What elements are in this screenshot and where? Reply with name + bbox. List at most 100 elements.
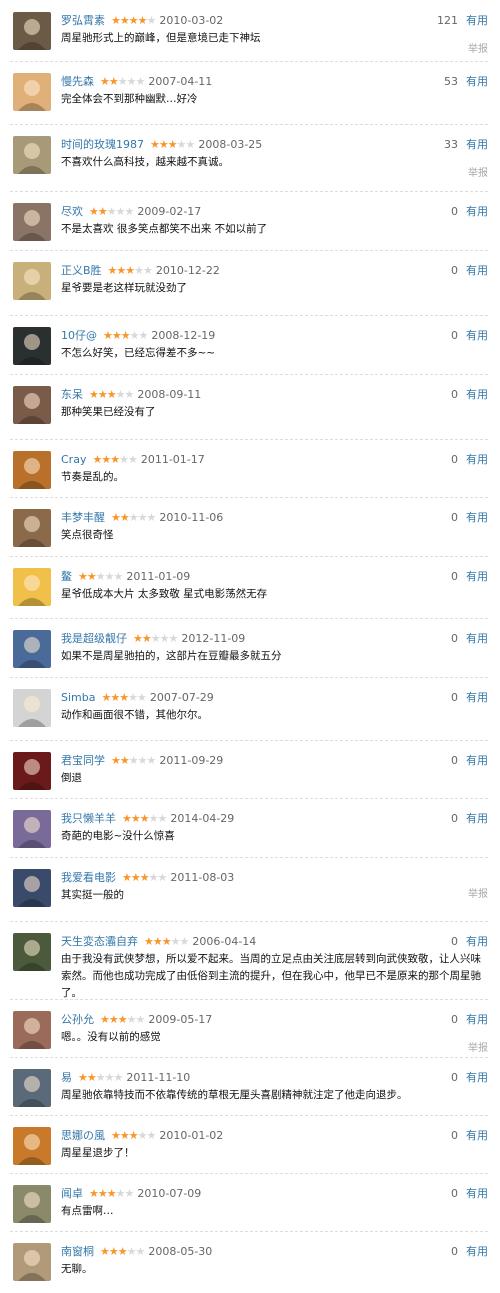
avatar[interactable] xyxy=(13,1069,51,1107)
useful-button[interactable]: 有用 xyxy=(466,264,488,277)
user-name-link[interactable]: 易 xyxy=(61,1071,72,1084)
star-filled-icon: ★ xyxy=(103,329,113,342)
avatar[interactable] xyxy=(13,568,51,606)
useful-button[interactable]: 有用 xyxy=(466,1245,488,1258)
user-name-link[interactable]: 我是超级靓仔 xyxy=(61,632,127,645)
avatar[interactable] xyxy=(13,1127,51,1165)
avatar[interactable] xyxy=(13,689,51,727)
user-name-link[interactable]: 尽欢 xyxy=(61,205,83,218)
useful-button[interactable]: 有用 xyxy=(466,570,488,583)
review-item: 尽欢 ★★★★★ 2009-02-17 0 有用 不是太喜欢 很多笑点都笑不出来 不如以前… xyxy=(0,191,500,253)
useful-button[interactable]: 有用 xyxy=(466,388,488,401)
review-meta: 10仔@ ★★★★★ 2008-12-19 xyxy=(61,328,215,344)
useful-button[interactable]: 有用 xyxy=(466,75,488,88)
avatar[interactable] xyxy=(13,1243,51,1281)
vote-area: 0 有用 xyxy=(451,452,488,468)
user-name-link[interactable]: 思娜の風 xyxy=(61,1129,105,1142)
avatar[interactable] xyxy=(13,12,51,50)
user-name-link[interactable]: 罗弘霄素 xyxy=(61,14,105,27)
divider xyxy=(10,124,488,125)
user-name-link[interactable]: 君宝同学 xyxy=(61,754,105,767)
user-name-link[interactable]: 天生変态灞自弃 xyxy=(61,935,138,948)
star-empty-icon: ★ xyxy=(146,511,157,524)
star-empty-icon: ★ xyxy=(150,632,161,645)
avatar[interactable] xyxy=(13,262,51,300)
user-name-link[interactable]: 公孙允 xyxy=(61,1013,94,1026)
user-name-link[interactable]: 慢先森 xyxy=(61,75,94,88)
review-date: 2009-05-17 xyxy=(148,1013,213,1026)
useful-button[interactable]: 有用 xyxy=(466,812,488,825)
star-empty-icon: ★ xyxy=(176,138,187,151)
useful-button[interactable]: 有用 xyxy=(466,205,488,218)
review-meta: 易 ★★★★★ 2011-11-10 xyxy=(61,1070,190,1086)
star-filled-icon: ★ xyxy=(117,1013,128,1026)
user-name-link[interactable]: 我爱看电影 xyxy=(61,871,116,884)
review-date: 2010-11-06 xyxy=(159,511,224,524)
avatar[interactable] xyxy=(13,136,51,174)
report-link[interactable]: 举报 xyxy=(468,885,488,900)
avatar[interactable] xyxy=(13,1185,51,1223)
useful-button[interactable]: 有用 xyxy=(466,14,488,27)
user-name-link[interactable]: 10仔@ xyxy=(61,329,97,342)
vote-area: 33 有用 xyxy=(444,137,488,153)
rating-stars: ★★★★★ xyxy=(92,452,138,468)
review-meta: 我是超级靓仔 ★★★★★ 2012-11-09 xyxy=(61,631,245,647)
avatar[interactable] xyxy=(13,933,51,971)
avatar[interactable] xyxy=(13,203,51,241)
useful-button[interactable]: 有用 xyxy=(466,1071,488,1084)
useful-button[interactable]: 有用 xyxy=(466,754,488,767)
user-name-link[interactable]: 我只懒羊羊 xyxy=(61,812,116,825)
vote-area: 0 有用 xyxy=(451,328,488,344)
useful-button[interactable]: 有用 xyxy=(466,1187,488,1200)
useful-button[interactable]: 有用 xyxy=(466,329,488,342)
vote-area: 0 有用 xyxy=(451,1186,488,1202)
user-name-link[interactable]: 丰梦丰醒 xyxy=(61,511,105,524)
star-filled-icon: ★ xyxy=(119,691,129,704)
star-filled-icon: ★ xyxy=(89,205,99,218)
rating-stars: ★★★★★ xyxy=(122,870,167,886)
vote-count: 0 xyxy=(451,570,458,583)
avatar[interactable] xyxy=(13,752,51,790)
review-date: 2008-09-11 xyxy=(137,388,202,401)
useful-button[interactable]: 有用 xyxy=(466,453,488,466)
avatar[interactable] xyxy=(13,509,51,547)
avatar[interactable] xyxy=(13,73,51,111)
avatar[interactable] xyxy=(13,1011,51,1049)
user-name-link[interactable]: 鳌 xyxy=(61,570,72,583)
useful-button[interactable]: 有用 xyxy=(466,511,488,524)
user-name-link[interactable]: 东呆 xyxy=(61,388,83,401)
useful-button[interactable]: 有用 xyxy=(466,691,488,704)
report-link[interactable]: 举报 xyxy=(468,164,488,179)
star-empty-icon: ★ xyxy=(127,453,138,466)
report-link[interactable]: 举报 xyxy=(468,1039,488,1054)
review-meta: 我爱看电影 ★★★★★ 2011-08-03 xyxy=(61,870,234,886)
avatar[interactable] xyxy=(13,386,51,424)
avatar[interactable] xyxy=(13,451,51,489)
user-name-link[interactable]: 南窗桐 xyxy=(61,1245,94,1258)
avatar[interactable] xyxy=(13,810,51,848)
user-name-link[interactable]: 时间的玫瑰1987 xyxy=(61,138,144,151)
vote-count: 0 xyxy=(451,1129,458,1142)
divider xyxy=(10,857,488,858)
useful-button[interactable]: 有用 xyxy=(466,138,488,151)
review-text: 星爷要是老这样玩就没劲了 xyxy=(61,282,187,294)
avatar[interactable] xyxy=(13,869,51,907)
review-item: 罗弘霄素 ★★★★★ 2010-03-02 121 有用 周星驰形式上的巅峰，但是意境已走… xyxy=(0,12,500,62)
useful-button[interactable]: 有用 xyxy=(466,1013,488,1026)
useful-button[interactable]: 有用 xyxy=(466,1129,488,1142)
avatar[interactable] xyxy=(13,630,51,668)
useful-button[interactable]: 有用 xyxy=(466,935,488,948)
user-name-link[interactable]: Simba xyxy=(61,691,95,704)
review-text: 星爷低成本大片 太多致敬 星式电影荡然无存 xyxy=(61,588,268,600)
avatar[interactable] xyxy=(13,327,51,365)
user-name-link[interactable]: 闻卓 xyxy=(61,1187,83,1200)
useful-button[interactable]: 有用 xyxy=(466,632,488,645)
user-name-link[interactable]: 正义B胜 xyxy=(61,264,102,277)
user-name-link[interactable]: Cray xyxy=(61,453,86,466)
review-item: Simba ★★★★★ 2007-07-29 0 有用 动作和画面很不错，其他尔尔。 xyxy=(0,677,500,739)
review-date: 2011-08-03 xyxy=(170,871,235,884)
report-link[interactable]: 举报 xyxy=(468,40,488,55)
star-filled-icon: ★ xyxy=(139,871,150,884)
rating-stars: ★★★★★ xyxy=(111,753,156,769)
review-date: 2011-09-29 xyxy=(159,754,224,767)
